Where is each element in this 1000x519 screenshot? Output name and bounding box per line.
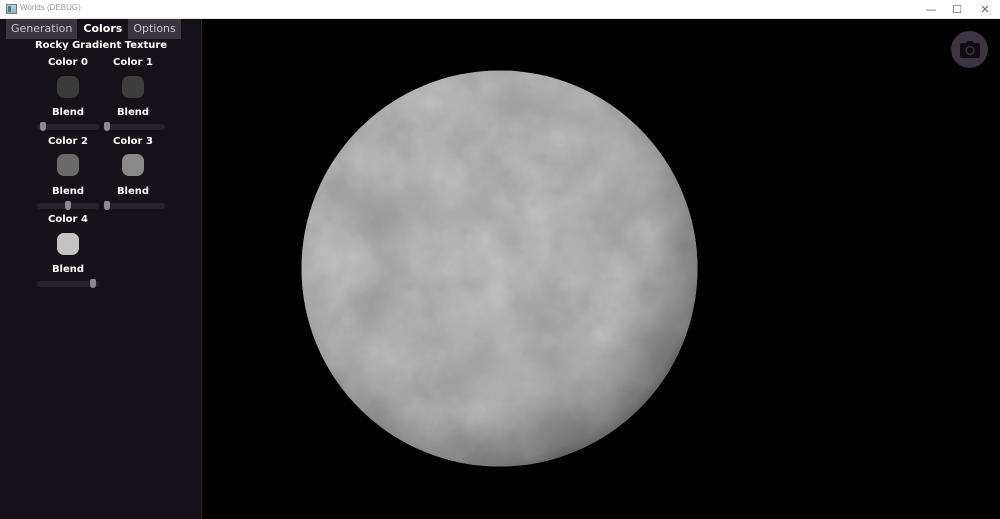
color-4-swatch[interactable] — [57, 233, 79, 255]
slider-thumb[interactable] — [65, 201, 71, 210]
color-4-blend-label: Blend — [51, 264, 85, 275]
color-2-label: Color 2 — [48, 136, 88, 147]
tab-bar: Generation Colors Options — [6, 19, 182, 39]
color-3-swatch[interactable] — [122, 154, 144, 176]
planet-sphere — [301, 70, 698, 467]
close-button[interactable]: ✕ — [970, 0, 1000, 19]
settings-panel: Generation Colors Options Rocky Gradient… — [0, 19, 202, 519]
color-3-blend-slider[interactable] — [103, 201, 165, 210]
color-0-blend-label: Blend — [51, 107, 85, 118]
color-1-blend-slider[interactable] — [103, 122, 165, 131]
camera-icon — [960, 41, 980, 58]
color-2-blend-slider[interactable] — [37, 201, 99, 210]
tab-generation[interactable]: Generation — [6, 19, 78, 39]
color-1-label: Color 1 — [113, 57, 153, 68]
app-icon — [6, 4, 17, 14]
color-3-label: Color 3 — [113, 136, 153, 147]
maximize-button[interactable]: ☐ — [942, 0, 972, 19]
planet-viewport[interactable] — [202, 19, 1000, 519]
window-titlebar: Worlds (DEBUG) — ☐ ✕ — [0, 0, 1000, 19]
color-1-swatch[interactable] — [122, 76, 144, 98]
slider-thumb[interactable] — [39, 122, 46, 131]
slider-thumb[interactable] — [104, 122, 111, 131]
window-title: Worlds (DEBUG) — [20, 3, 81, 12]
color-3-blend-label: Blend — [116, 186, 150, 197]
color-0-blend-slider[interactable] — [37, 122, 99, 131]
color-2-swatch[interactable] — [57, 154, 79, 176]
color-1-blend-label: Blend — [116, 107, 150, 118]
color-4-blend-slider[interactable] — [37, 279, 99, 288]
color-0-swatch[interactable] — [57, 76, 79, 98]
color-4-label: Color 4 — [48, 214, 88, 225]
tab-colors[interactable]: Colors — [78, 19, 128, 39]
color-2-blend-label: Blend — [51, 186, 85, 197]
slider-thumb[interactable] — [104, 201, 111, 210]
screenshot-button[interactable] — [951, 31, 988, 68]
slider-thumb[interactable] — [90, 279, 97, 288]
panel-title: Rocky Gradient Texture — [34, 40, 168, 51]
tab-options[interactable]: Options — [128, 19, 181, 39]
color-0-label: Color 0 — [48, 57, 88, 68]
